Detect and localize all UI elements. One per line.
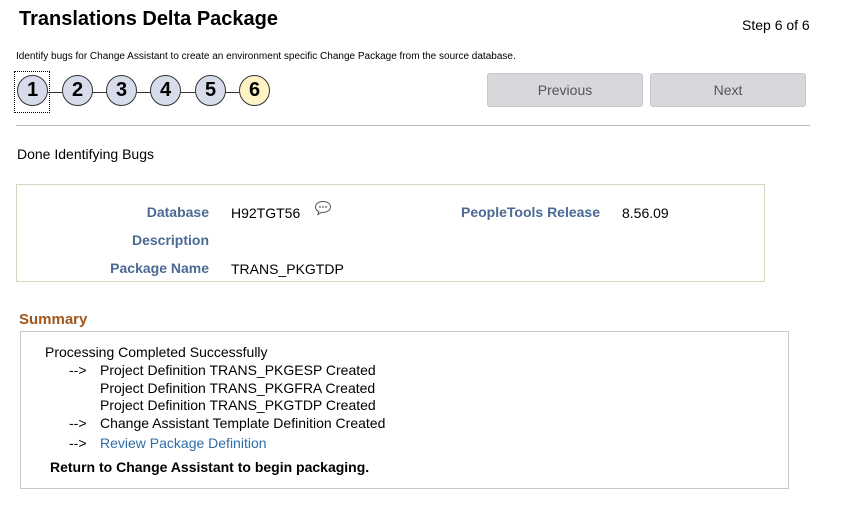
arrow-marker: --> <box>69 415 87 431</box>
step-connector <box>92 92 107 93</box>
description-label: Description <box>131 232 209 248</box>
divider <box>16 125 810 126</box>
peopletools-release-value: 8.56.09 <box>622 205 669 221</box>
step-indicator: Step 6 of 6 <box>742 17 810 33</box>
processing-status: Processing Completed Successfully <box>45 344 268 360</box>
step-1-button[interactable]: 1 <box>17 75 48 106</box>
package-info-box: Database H92TGT56 Description Package Na… <box>16 184 765 282</box>
step-5-button[interactable]: 5 <box>195 75 226 106</box>
step-4-button[interactable]: 4 <box>150 75 181 106</box>
project-line: Project Definition TRANS_PKGESP Created <box>100 362 376 378</box>
comment-icon[interactable] <box>314 200 332 216</box>
package-name-label: Package Name <box>110 260 209 276</box>
step-3-button[interactable]: 3 <box>106 75 137 106</box>
project-line: Project Definition TRANS_PKGTDP Created <box>100 397 376 413</box>
return-instruction: Return to Change Assistant to begin pack… <box>50 459 370 475</box>
step-connector <box>181 92 195 93</box>
summary-heading: Summary <box>19 311 88 328</box>
arrow-marker: --> <box>69 435 87 451</box>
step-2-button[interactable]: 2 <box>62 75 93 106</box>
summary-box: Processing Completed Successfully --> Pr… <box>20 331 789 489</box>
review-package-link[interactable]: Review Package Definition <box>100 435 267 451</box>
template-line: Change Assistant Template Definition Cre… <box>100 415 386 431</box>
project-line: Project Definition TRANS_PKGFRA Created <box>100 380 376 396</box>
status-text: Done Identifying Bugs <box>17 146 154 162</box>
page-title: Translations Delta Package <box>19 8 279 30</box>
step-train: 1 2 3 4 5 6 <box>14 71 272 115</box>
next-button[interactable]: Next <box>650 73 806 107</box>
peopletools-release-label: PeopleTools Release <box>460 204 600 220</box>
database-label: Database <box>146 204 209 220</box>
package-name-value: TRANS_PKGTDP <box>231 261 344 277</box>
database-value: H92TGT56 <box>231 205 301 221</box>
instructions-text: Identify bugs for Change Assistant to cr… <box>16 51 516 62</box>
step-connector <box>225 92 239 93</box>
step-connector <box>48 92 62 93</box>
step-6-button[interactable]: 6 <box>239 75 270 106</box>
step-connector <box>137 92 151 93</box>
arrow-marker: --> <box>69 362 87 378</box>
previous-button[interactable]: Previous <box>487 73 643 107</box>
